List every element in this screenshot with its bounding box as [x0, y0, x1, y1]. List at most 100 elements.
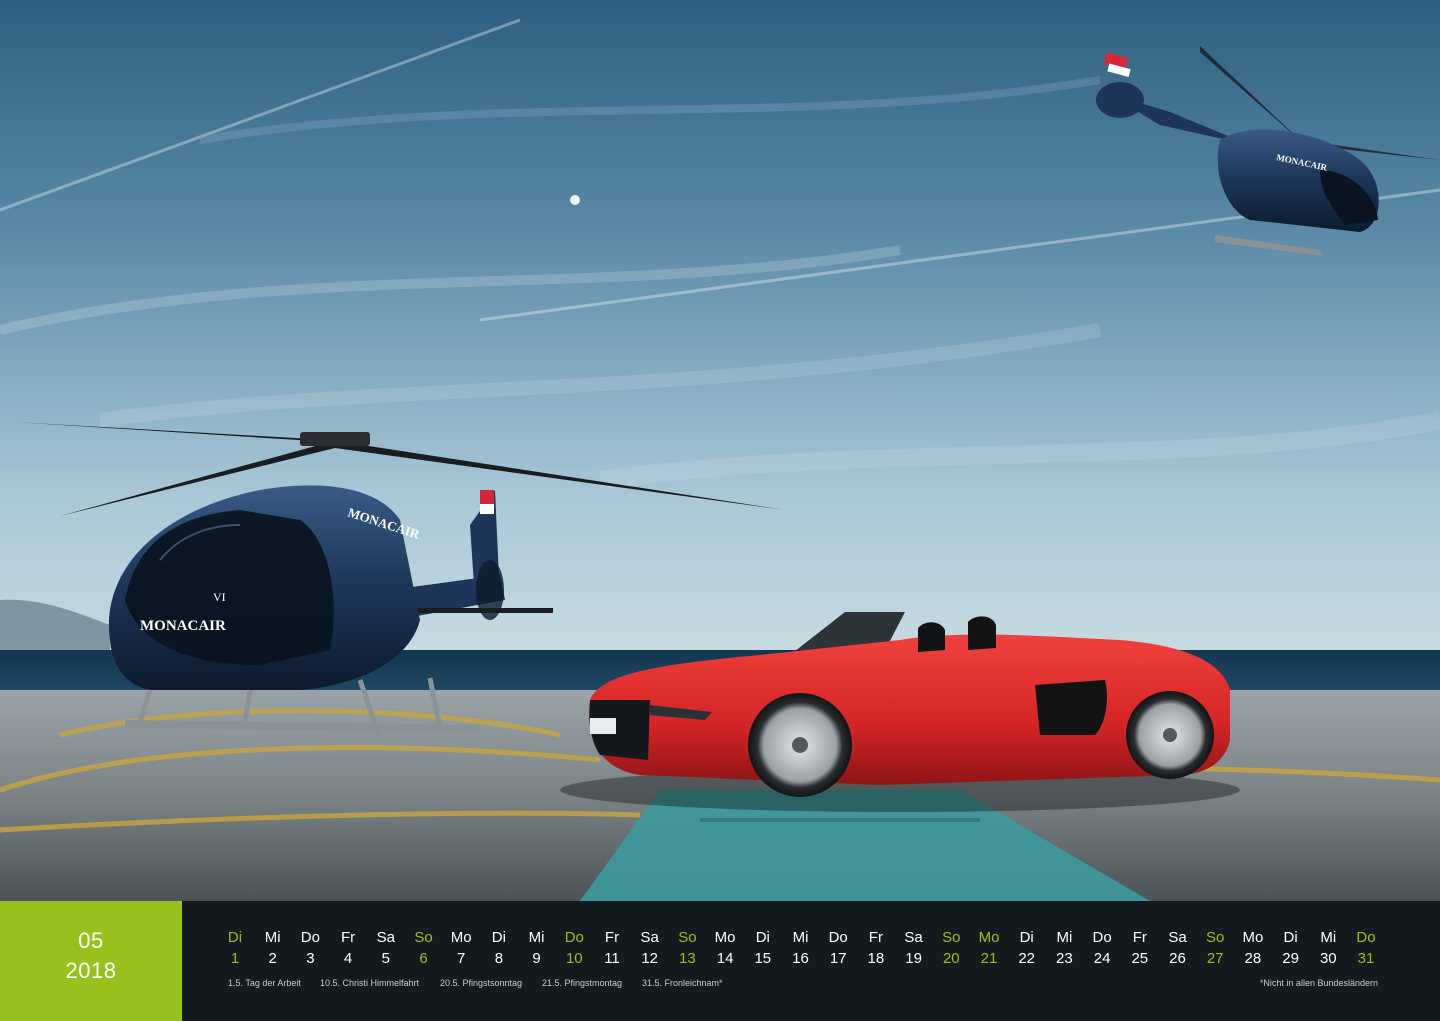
calendar-day: So 27	[1196, 929, 1234, 968]
day-number: 27	[1206, 950, 1224, 967]
day-number: 15	[754, 950, 772, 967]
calendar-day: Fr 4	[329, 929, 367, 968]
day-number: 23	[1056, 950, 1073, 967]
weekday-label: Do	[1092, 929, 1112, 946]
day-number: 17	[829, 950, 847, 967]
weekday-label: Mi	[1320, 929, 1337, 946]
calendar-day: Do 10	[555, 929, 593, 968]
calendar-day: Mi 23	[1045, 929, 1083, 968]
calendar-day: Sa 12	[631, 929, 669, 968]
day-number: 1	[230, 950, 240, 967]
weekday-label: Sa	[1168, 929, 1187, 946]
weekday-label: So	[942, 929, 961, 946]
calendar-day: Do 3	[291, 929, 329, 968]
weekday-label: So	[414, 929, 433, 946]
calendar-day: Do 31	[1347, 929, 1385, 968]
holiday-note-2: 10.5. Christi Himmelfahrt	[320, 978, 420, 988]
moon	[570, 195, 580, 205]
weekday-label: Di	[1283, 929, 1298, 946]
calendar-page: MONACAIR VI MONACAIR MONACAIR 05 2018 Di…	[0, 0, 1440, 1021]
day-number: 21	[980, 950, 998, 967]
calendar-day: Mo 28	[1234, 929, 1272, 968]
footnote: *Nicht in allen Bundesländern	[1259, 978, 1378, 988]
weekday-label: Do	[300, 929, 320, 946]
calendar-day: Do 17	[819, 929, 857, 968]
day-number: 4	[343, 950, 353, 967]
calendar-day: Fr 11	[593, 929, 631, 968]
month-number: 05	[78, 928, 104, 953]
day-number: 6	[419, 950, 428, 967]
day-number: 30	[1319, 950, 1337, 967]
day-number: 31	[1357, 950, 1375, 967]
calendar-day: Mi 2	[254, 929, 292, 968]
weekday-label: Mi	[1056, 929, 1073, 946]
weekday-label: Di	[491, 929, 506, 946]
day-number: 12	[641, 950, 659, 967]
day-number: 29	[1282, 950, 1299, 967]
calendar-day: Mo 7	[442, 929, 480, 968]
day-number: 22	[1018, 950, 1036, 967]
weekday-label: Fr	[1132, 929, 1147, 946]
weekday-label: Mi	[792, 929, 809, 946]
holiday-note-5: 31.5. Fronleichnam*	[642, 978, 723, 988]
day-number: 5	[381, 950, 390, 967]
day-number: 13	[679, 950, 696, 967]
holiday-note-1: 1.5. Tag der Arbeit	[228, 978, 301, 988]
day-number: 16	[792, 950, 809, 967]
day-number: 28	[1244, 950, 1262, 967]
weekday-label: So	[678, 929, 697, 946]
calendar-day: Mi 16	[782, 929, 820, 968]
calendar-day: Mo 21	[970, 929, 1008, 968]
calendar-day: Mo 14	[706, 929, 744, 968]
weekday-label: Di	[1019, 929, 1034, 946]
calendar-photo: MONACAIR VI MONACAIR MONACAIR	[0, 0, 1440, 901]
calendar-day: Di 29	[1272, 929, 1310, 968]
day-number: 9	[532, 950, 541, 967]
day-number: 10	[565, 950, 583, 967]
weekday-label: Sa	[640, 929, 659, 946]
weekday-label: Do	[564, 929, 584, 946]
calendar-day: Fr 25	[1121, 929, 1159, 968]
calendar-day: Mi 9	[518, 929, 556, 968]
weekday-label: Di	[227, 929, 243, 946]
holiday-note-3: 20.5. Pfingstsonntag	[440, 978, 523, 988]
day-number: 19	[905, 950, 922, 967]
day-number: 14	[716, 950, 734, 967]
month-year: 2018	[65, 958, 117, 983]
calendar-day: Mi 30	[1309, 929, 1347, 968]
day-number: 18	[867, 950, 885, 967]
weekday-label: Di	[755, 929, 770, 946]
calendar-day: Sa 26	[1159, 929, 1197, 968]
weekday-label: Do	[828, 929, 848, 946]
day-number: 20	[942, 950, 960, 967]
heli-code: VI	[213, 590, 226, 604]
calendar-day: So 13	[668, 929, 706, 968]
calendar-day: Sa 19	[895, 929, 933, 968]
day-number: 26	[1169, 950, 1186, 967]
weekday-label: Fr	[341, 929, 356, 946]
calendar-day: Di 15	[744, 929, 782, 968]
day-number: 8	[494, 950, 504, 967]
holiday-note-4: 21.5. Pfingstmontag	[542, 978, 623, 988]
day-number: 3	[306, 950, 315, 967]
day-number: 2	[268, 950, 277, 967]
weekday-label: Mi	[264, 929, 281, 946]
calendar-day: Di 22	[1008, 929, 1046, 968]
weekday-label: Sa	[904, 929, 923, 946]
weekday-label: Mo	[714, 929, 736, 946]
calendar-day: Di 8	[480, 929, 518, 968]
day-number: 7	[457, 950, 466, 967]
calendar-day: So 6	[405, 929, 443, 968]
heli-livery-front: MONACAIR	[140, 618, 226, 634]
calendar-day: Di 1	[216, 929, 254, 968]
weekday-label: Sa	[376, 929, 395, 946]
weekday-label: Fr	[604, 929, 620, 946]
calendar-day: Fr 18	[857, 929, 895, 968]
weekday-label: Mo	[1242, 929, 1264, 946]
weekday-label: So	[1206, 929, 1225, 946]
calendar-day: Sa 5	[367, 929, 405, 968]
day-number: 11	[604, 950, 620, 967]
weekday-label: Fr	[868, 929, 883, 946]
weekday-label: Mo	[978, 929, 1000, 946]
license-plate	[590, 718, 616, 734]
